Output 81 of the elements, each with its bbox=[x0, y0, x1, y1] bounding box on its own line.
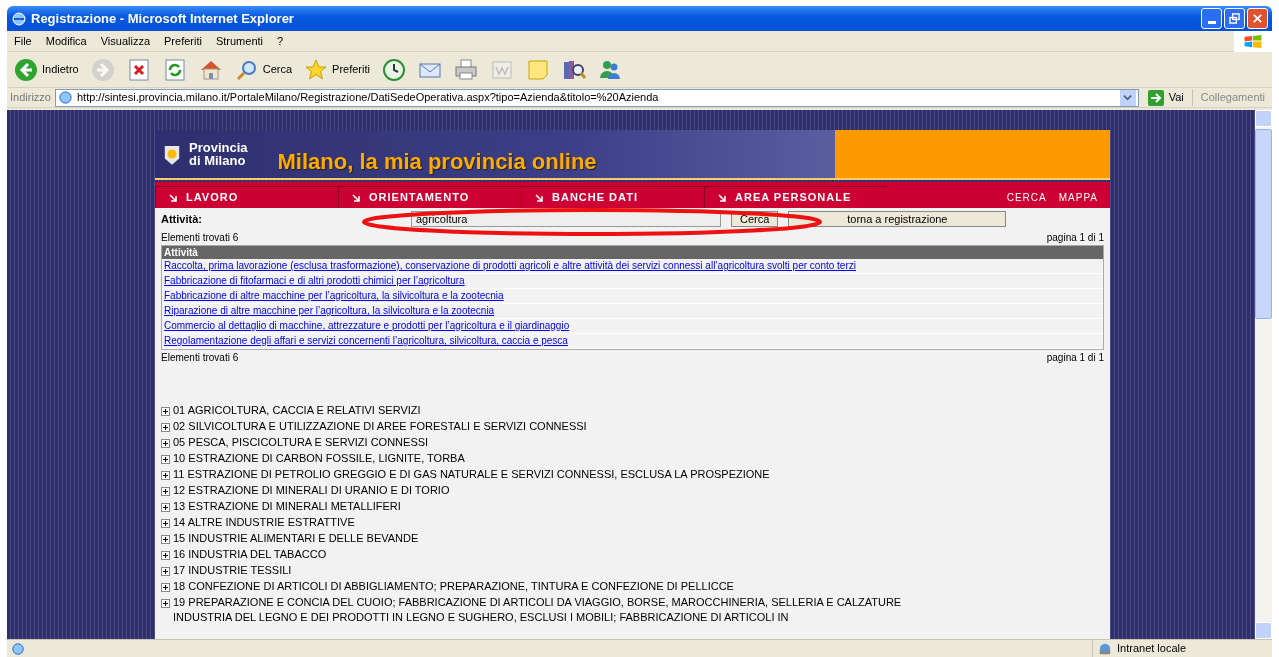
minimize-button[interactable] bbox=[1201, 8, 1222, 29]
arrow-icon bbox=[717, 192, 727, 203]
close-button[interactable] bbox=[1247, 8, 1268, 29]
org-name-line: di Milano bbox=[189, 154, 247, 167]
tree-item[interactable]: INDUSTRIA DEL LEGNO E DEI PRODOTTI IN LEGNO E SUGHERO, ESCLUSI I MOBILI; FABBRICAZIONE DI ARTICOLI IN bbox=[161, 611, 1104, 624]
activity-link[interactable]: Commercio al dettaglio di macchine, attrezzature e prodotti per l’agricoltura e il giardinaggio bbox=[164, 320, 570, 331]
network-icon bbox=[1097, 641, 1113, 656]
activity-link[interactable]: Raccolta, prima lavorazione (esclusa trasformazione), conservazione di prodotti agricoli e altre attività dei servizi connessi all’agricoltura svolti per conto terzi bbox=[164, 260, 856, 271]
tree-item[interactable]: 19 PREPARAZIONE E CONCIA DEL CUOIO; FABBRICAZIONE DI ARTICOLI DA VIAGGIO, BORSE, MAROCCHINERIA, SELLERIA E CALZATURE bbox=[173, 595, 902, 609]
vertical-scrollbar[interactable] bbox=[1255, 110, 1272, 639]
tree-item[interactable]: 01 AGRICOLTURA, CACCIA E RELATIVI SERVIZI bbox=[173, 403, 421, 417]
close-icon bbox=[1252, 13, 1263, 24]
activity-link[interactable]: Fabbricazione di altre macchine per l’agricoltura, la silvicoltura e la zootecnia bbox=[164, 290, 504, 301]
expand-icon[interactable] bbox=[161, 535, 170, 544]
arrow-icon bbox=[351, 192, 361, 203]
window-title: Registrazione - Microsoft Internet Explorer bbox=[31, 9, 294, 28]
go-arrow-icon bbox=[1146, 89, 1165, 106]
expand-icon[interactable] bbox=[161, 567, 170, 576]
page-icon bbox=[57, 90, 73, 105]
expand-icon[interactable] bbox=[161, 471, 170, 480]
go-button[interactable]: Vai bbox=[1142, 89, 1188, 106]
activity-link[interactable]: Regolamentazione degli affari e servizi concernenti l’agricoltura, silvicoltura, caccia e pesca bbox=[164, 335, 568, 346]
tree-item[interactable]: 14 ALTRE INDUSTRIE ESTRATTIVE bbox=[173, 515, 355, 529]
refresh-icon bbox=[162, 57, 187, 82]
security-zone: Intranet locale bbox=[1117, 641, 1187, 657]
menu-item[interactable]: Visualizza bbox=[93, 32, 158, 50]
expand-icon[interactable] bbox=[161, 503, 170, 512]
restore-button[interactable] bbox=[1224, 8, 1245, 29]
tree-item[interactable]: 11 ESTRAZIONE DI PETROLIO GREGGIO E DI GAS NATURALE E SERVIZI CONNESSI, ESCLUSA LA PROSPEZIONE bbox=[173, 467, 770, 481]
menu-item[interactable]: Preferiti bbox=[157, 32, 209, 50]
menu-item[interactable]: Strumenti bbox=[208, 32, 270, 50]
activity-link[interactable]: Fabbricazione di fitofarmaci e di altri prodotti chimici per l’agricoltura bbox=[164, 275, 465, 286]
nav-link[interactable]: MAPPA bbox=[1058, 189, 1098, 205]
expand-icon[interactable] bbox=[161, 551, 170, 560]
tree-item[interactable]: 15 INDUSTRIE ALIMENTARI E DELLE BEVANDE bbox=[173, 531, 419, 545]
tree-item[interactable]: 10 ESTRAZIONE DI CARBON FOSSILE, LIGNITE, TORBA bbox=[173, 451, 465, 465]
expand-icon[interactable] bbox=[161, 423, 170, 432]
page-indicator: pagina 1 di 1 bbox=[1046, 351, 1104, 365]
activity-link[interactable]: Riparazione di altre macchine per l’agricoltura, la silvicoltura e la zootecnia bbox=[164, 305, 495, 316]
menu-item[interactable]: File bbox=[7, 32, 39, 50]
tree-item[interactable]: 13 ESTRAZIONE DI MINERALI METALLIFERI bbox=[173, 499, 401, 513]
expand-icon[interactable] bbox=[161, 599, 170, 608]
tree-item[interactable]: 02 SILVICOLTURA E UTILIZZAZIONE DI AREE FORESTALI E SERVIZI CONNESSI bbox=[173, 419, 587, 433]
expand-icon[interactable] bbox=[161, 583, 170, 592]
windows-flag-icon bbox=[1243, 33, 1263, 49]
tree-item[interactable]: 12 ESTRAZIONE DI MINERALI DI URANIO E DI TORIO bbox=[173, 483, 450, 497]
table-header: Attività bbox=[162, 246, 1103, 259]
address-field[interactable]: http://sintesi.provincia.milano.it/PortaleMilano/Registrazione/DatiSedeOperativa.aspx?tipo=Azienda&titolo=%20Azienda bbox=[54, 88, 1139, 107]
toolbar-button[interactable]: Indietro bbox=[11, 54, 82, 85]
history-clock-icon bbox=[381, 57, 406, 82]
sticky-note-icon bbox=[525, 57, 550, 82]
menu-item[interactable]: ? bbox=[270, 32, 291, 50]
tree-item[interactable]: 17 INDUSTRIE TESSILI bbox=[173, 563, 292, 577]
address-label: Indirizzo bbox=[10, 90, 51, 106]
field-label: Attività: bbox=[161, 211, 203, 227]
page-icon bbox=[11, 641, 25, 656]
tree-item[interactable]: 16 INDUSTRIA DEL TABACCO bbox=[173, 547, 327, 561]
expand-icon[interactable] bbox=[161, 519, 170, 528]
back-to-registration-button[interactable]: torna a registrazione bbox=[788, 211, 1007, 227]
tree-item[interactable]: 18 CONFEZIONE DI ARTICOLI DI ABBIGLIAMENTO; PREPARAZIONE, TINTURA E CONFEZIONE DI PELLICCE bbox=[173, 579, 734, 593]
restore-icon bbox=[1229, 13, 1240, 24]
site-slogan: Milano, la mia provincia online bbox=[277, 147, 597, 176]
org-name-line: Provincia bbox=[189, 141, 248, 154]
close-icon bbox=[126, 57, 151, 82]
results-count: Elementi trovati 6 bbox=[161, 231, 239, 245]
tree-item[interactable]: 05 PESCA, PISCICOLTURA E SERVIZI CONNESSI bbox=[173, 435, 429, 449]
arrow-icon bbox=[168, 192, 178, 203]
expand-icon[interactable] bbox=[161, 439, 170, 448]
arrow-icon bbox=[534, 192, 544, 203]
expand-icon[interactable] bbox=[161, 455, 170, 464]
menu-item[interactable]: Modifica bbox=[38, 32, 94, 50]
browser-icon bbox=[11, 10, 27, 27]
page-indicator: pagina 1 di 1 bbox=[1046, 231, 1104, 245]
toolbar-button[interactable]: Preferiti bbox=[301, 54, 373, 85]
toolbar-button[interactable]: Cerca bbox=[231, 54, 296, 85]
expand-icon[interactable] bbox=[161, 407, 170, 416]
results-count: Elementi trovati 6 bbox=[161, 351, 239, 365]
expand-icon[interactable] bbox=[161, 487, 170, 496]
printer-icon bbox=[453, 57, 478, 82]
star-icon bbox=[304, 57, 329, 82]
nav-link[interactable]: CERCA bbox=[1006, 189, 1047, 205]
